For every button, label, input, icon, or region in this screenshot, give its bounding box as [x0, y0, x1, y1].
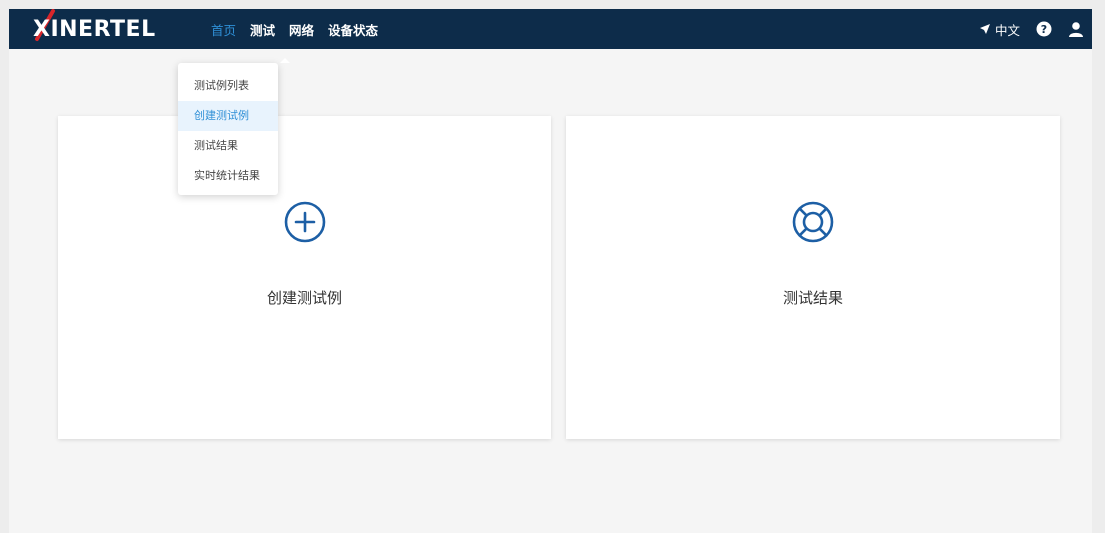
- lifebuoy-icon: [792, 201, 834, 243]
- create-testcase-card[interactable]: 创建测试例: [58, 116, 551, 439]
- test-results-card[interactable]: 测试结果: [566, 116, 1060, 439]
- logo[interactable]: XINERTEL: [33, 9, 183, 45]
- plus-circle-icon: [284, 201, 325, 243]
- test-dropdown-menu: 测试例列表 创建测试例 测试结果 实时统计结果: [178, 58, 290, 195]
- top-navbar: XINERTEL 首页 测试 网络 设备状态 中文 ?: [9, 9, 1092, 49]
- svg-text:?: ?: [1041, 23, 1047, 36]
- language-label: 中文: [994, 22, 1020, 38]
- dropdown-item-testcase-list[interactable]: 测试例列表: [178, 71, 278, 101]
- create-testcase-card-label: 创建测试例: [266, 289, 342, 307]
- test-results-card-label: 测试结果: [782, 289, 843, 307]
- dropdown-item-test-results[interactable]: 测试结果: [178, 131, 278, 161]
- nav-item-test[interactable]: 测试: [250, 20, 275, 39]
- dropdown-item-create-testcase[interactable]: 创建测试例: [178, 101, 278, 131]
- help-icon[interactable]: ?: [1036, 21, 1052, 37]
- main-nav: 首页 测试 网络 设备状态: [211, 9, 392, 49]
- user-icon[interactable]: [1068, 21, 1084, 37]
- logo-text: XINERTEL: [33, 17, 156, 42]
- header-tools: 中文 ?: [979, 9, 1084, 49]
- send-icon: [979, 24, 990, 34]
- dropdown-caret: [280, 58, 290, 63]
- nav-item-device-status[interactable]: 设备状态: [328, 20, 378, 39]
- nav-item-network[interactable]: 网络: [289, 20, 314, 39]
- nav-item-home[interactable]: 首页: [211, 20, 236, 39]
- dropdown-item-realtime-stats[interactable]: 实时统计结果: [178, 161, 278, 191]
- language-switcher[interactable]: 中文: [979, 20, 1020, 39]
